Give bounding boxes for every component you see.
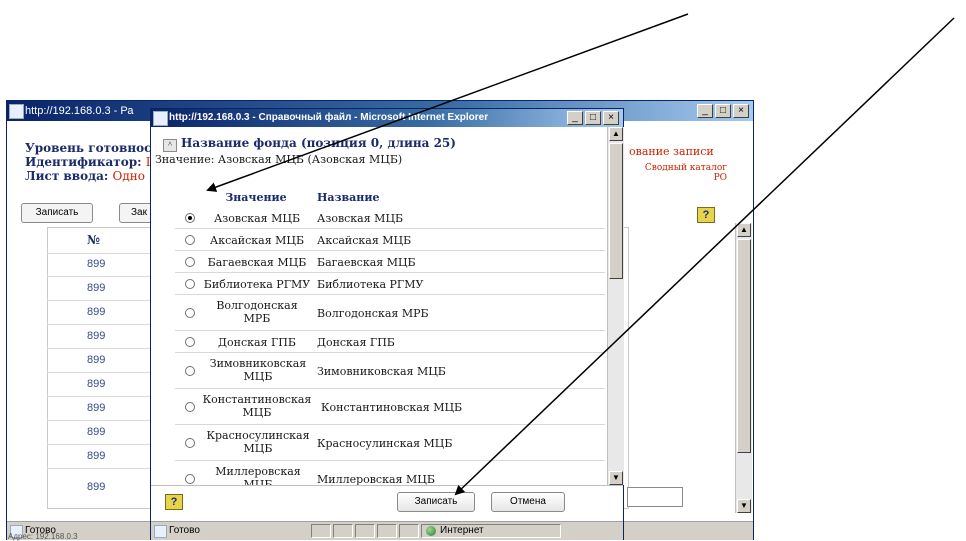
annotation-arrows [206, 13, 955, 496]
arrow-to-value-column [206, 13, 689, 192]
arrow-to-save-button [454, 17, 955, 496]
